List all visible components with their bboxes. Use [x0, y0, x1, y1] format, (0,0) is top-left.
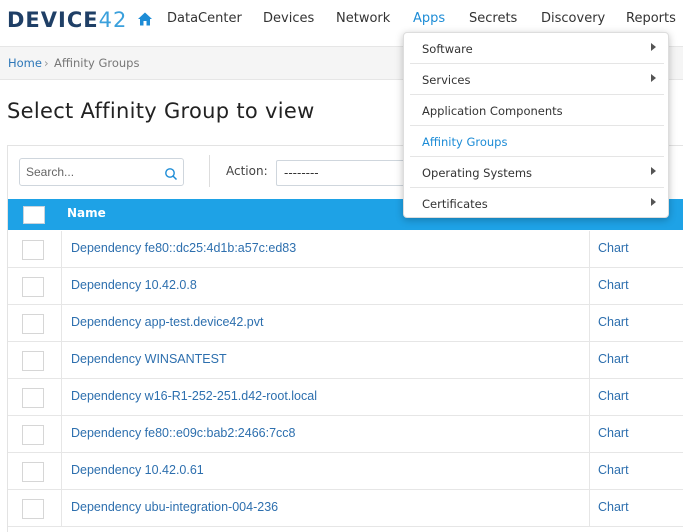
row-name-link[interactable]: Dependency fe80::e09c:bab2:2466:7cc8 — [71, 426, 295, 440]
search-icon[interactable] — [164, 167, 178, 181]
column-divider — [589, 453, 590, 490]
row-chart-link[interactable]: Chart — [598, 241, 629, 255]
apps-dropdown-menu: Software Services Application Components… — [403, 32, 669, 218]
nav-reports[interactable]: Reports — [626, 11, 676, 26]
row-checkbox[interactable] — [22, 314, 44, 334]
table-row: Dependency fe80::dc25:4d1b:a57c:ed83 Cha… — [8, 231, 683, 268]
chevron-right-icon — [651, 74, 656, 82]
breadcrumb-separator: › — [44, 56, 49, 70]
toolbar-divider — [209, 155, 210, 187]
row-name-link[interactable]: Dependency w16-R1-252-251.d42-root.local — [71, 389, 317, 403]
column-divider — [61, 342, 62, 379]
row-checkbox[interactable] — [22, 499, 44, 519]
chevron-right-icon — [651, 43, 656, 51]
chevron-right-icon — [651, 198, 656, 206]
menu-item-application-components[interactable]: Application Components — [410, 95, 664, 126]
column-divider — [589, 268, 590, 305]
column-divider — [61, 379, 62, 416]
search-box[interactable] — [19, 158, 184, 186]
row-chart-link[interactable]: Chart — [598, 352, 629, 366]
action-select-value: -------- — [284, 166, 319, 180]
table-row: Dependency 10.42.0.8 Chart — [8, 268, 683, 305]
breadcrumb-home[interactable]: Home — [8, 56, 42, 70]
row-name-link[interactable]: Dependency fe80::dc25:4d1b:a57c:ed83 — [71, 241, 296, 255]
column-divider — [61, 305, 62, 342]
menu-item-services[interactable]: Services — [410, 64, 664, 95]
table-row: Dependency ubu-integration-004-236 Chart — [8, 490, 683, 527]
row-checkbox[interactable] — [22, 388, 44, 408]
row-name-link[interactable]: Dependency app-test.device42.pvt — [71, 315, 264, 329]
row-name-link[interactable]: Dependency ubu-integration-004-236 — [71, 500, 278, 514]
row-chart-link[interactable]: Chart — [598, 426, 629, 440]
row-chart-link[interactable]: Chart — [598, 315, 629, 329]
table-row: Dependency 10.42.0.61 Chart — [8, 453, 683, 490]
table-row: Dependency WINSANTEST Chart — [8, 342, 683, 379]
action-label: Action: — [226, 164, 268, 178]
device42-logo[interactable]: DEVICE 42 — [7, 8, 127, 32]
nav-datacenter[interactable]: DataCenter — [167, 11, 242, 26]
logo-text: DEVICE — [7, 8, 99, 32]
search-input[interactable] — [26, 163, 164, 181]
nav-secrets[interactable]: Secrets — [469, 11, 517, 26]
row-chart-link[interactable]: Chart — [598, 278, 629, 292]
chevron-right-icon — [651, 167, 656, 175]
logo-number: 42 — [98, 8, 128, 32]
nav-network[interactable]: Network — [336, 11, 390, 26]
table-row: Dependency w16-R1-252-251.d42-root.local… — [8, 379, 683, 416]
menu-item-label: Certificates — [422, 197, 488, 211]
page-title: Select Affinity Group to view — [7, 99, 315, 123]
column-divider — [589, 416, 590, 453]
menu-item-label: Affinity Groups — [422, 135, 508, 149]
column-divider — [589, 342, 590, 379]
row-checkbox[interactable] — [22, 277, 44, 297]
column-divider — [61, 490, 62, 527]
row-checkbox[interactable] — [22, 240, 44, 260]
menu-item-label: Services — [422, 73, 471, 87]
action-select[interactable]: -------- — [276, 160, 411, 186]
nav-apps[interactable]: Apps — [413, 11, 445, 26]
column-divider — [589, 305, 590, 342]
breadcrumb-current: Affinity Groups — [54, 56, 140, 70]
column-divider — [589, 231, 590, 268]
row-checkbox[interactable] — [22, 462, 44, 482]
menu-item-operating-systems[interactable]: Operating Systems — [410, 157, 664, 188]
table-row: Dependency fe80::e09c:bab2:2466:7cc8 Cha… — [8, 416, 683, 453]
column-divider — [61, 231, 62, 268]
menu-item-label: Operating Systems — [422, 166, 533, 180]
column-divider — [589, 490, 590, 527]
row-checkbox[interactable] — [22, 351, 44, 371]
row-chart-link[interactable]: Chart — [598, 500, 629, 514]
menu-item-label: Application Components — [422, 104, 563, 118]
nav-discovery[interactable]: Discovery — [541, 11, 605, 26]
row-name-link[interactable]: Dependency 10.42.0.8 — [71, 278, 197, 292]
table-row: Dependency app-test.device42.pvt Chart — [8, 305, 683, 342]
row-name-link[interactable]: Dependency 10.42.0.61 — [71, 463, 204, 477]
menu-item-affinity-groups[interactable]: Affinity Groups — [410, 126, 664, 157]
column-divider — [61, 268, 62, 305]
column-divider — [61, 416, 62, 453]
menu-item-label: Software — [422, 42, 473, 56]
row-name-link[interactable]: Dependency WINSANTEST — [71, 352, 227, 366]
home-icon[interactable] — [137, 11, 153, 27]
select-all-checkbox[interactable] — [23, 206, 45, 224]
column-divider — [589, 379, 590, 416]
column-header-name[interactable]: Name — [67, 206, 106, 220]
row-chart-link[interactable]: Chart — [598, 389, 629, 403]
row-checkbox[interactable] — [22, 425, 44, 445]
menu-item-software[interactable]: Software — [410, 33, 664, 64]
column-divider — [61, 453, 62, 490]
row-chart-link[interactable]: Chart — [598, 463, 629, 477]
nav-devices[interactable]: Devices — [263, 11, 314, 26]
menu-item-certificates[interactable]: Certificates — [410, 188, 664, 219]
